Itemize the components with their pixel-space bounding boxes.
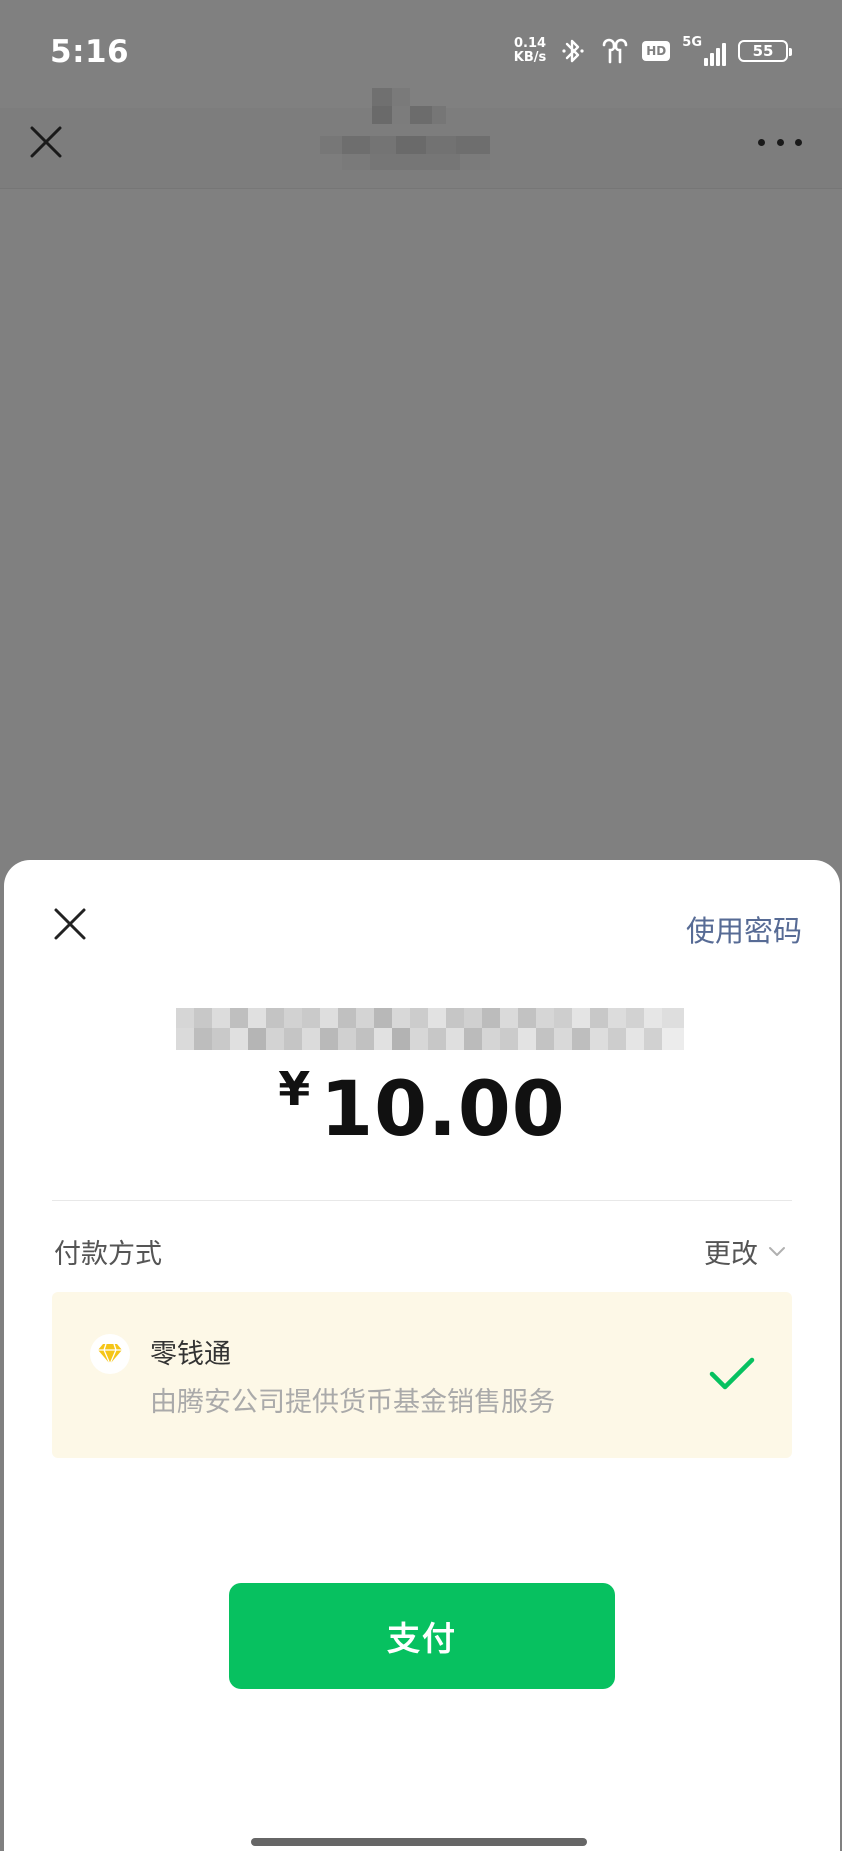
change-label: 更改 (704, 1239, 758, 1270)
chevron-down-icon (769, 1246, 785, 1256)
home-indicator[interactable] (251, 1838, 587, 1846)
currency-symbol: ¥ (278, 1062, 311, 1116)
diamond-icon (90, 1334, 130, 1374)
battery-level: 55 (752, 42, 774, 60)
obscured-title (320, 88, 490, 170)
status-icons: 0.14 KB/s HD 5G 55 (514, 36, 792, 66)
close-icon[interactable] (26, 122, 66, 162)
payment-screen: 5:16 0.14 KB/s HD 5G 55 使用密码 ¥ 10.00 付款方… (0, 0, 842, 1851)
network-type: 5G (682, 35, 702, 50)
sheet-close-icon[interactable] (52, 906, 88, 942)
pay-button[interactable]: 支付 (229, 1583, 615, 1689)
payment-method-description: 由腾安公司提供货币基金销售服务 (150, 1387, 555, 1418)
battery-icon: 55 (738, 40, 792, 62)
payment-method-name: 零钱通 (150, 1339, 231, 1370)
status-time: 5:16 (50, 34, 130, 70)
earbuds-icon (600, 36, 630, 66)
net-speed: 0.14 KB/s (514, 37, 546, 65)
payment-method-option[interactable]: 零钱通 由腾安公司提供货币基金销售服务 (52, 1292, 792, 1458)
payment-method-label: 付款方式 (54, 1239, 162, 1270)
payment-sheet: 使用密码 ¥ 10.00 付款方式 更改 零钱通 由腾安公司提供货币基金销售服务… (4, 860, 840, 1851)
amount-value: 10.00 (320, 1064, 566, 1153)
net-speed-value: 0.14 (513, 36, 547, 51)
signal-icon: 5G (682, 36, 726, 66)
net-speed-unit: KB/s (513, 50, 547, 65)
checkmark-icon (709, 1357, 755, 1390)
more-icon[interactable] (758, 132, 802, 152)
change-payment-method-button[interactable]: 更改 (704, 1232, 786, 1271)
hd-badge: HD (642, 41, 671, 61)
use-password-link[interactable]: 使用密码 (686, 908, 802, 950)
payment-amount: ¥10.00 (4, 1062, 840, 1153)
top-nav (0, 88, 842, 189)
obscured-merchant-name (176, 1008, 684, 1050)
bluetooth-icon (558, 36, 588, 66)
divider (52, 1200, 792, 1201)
